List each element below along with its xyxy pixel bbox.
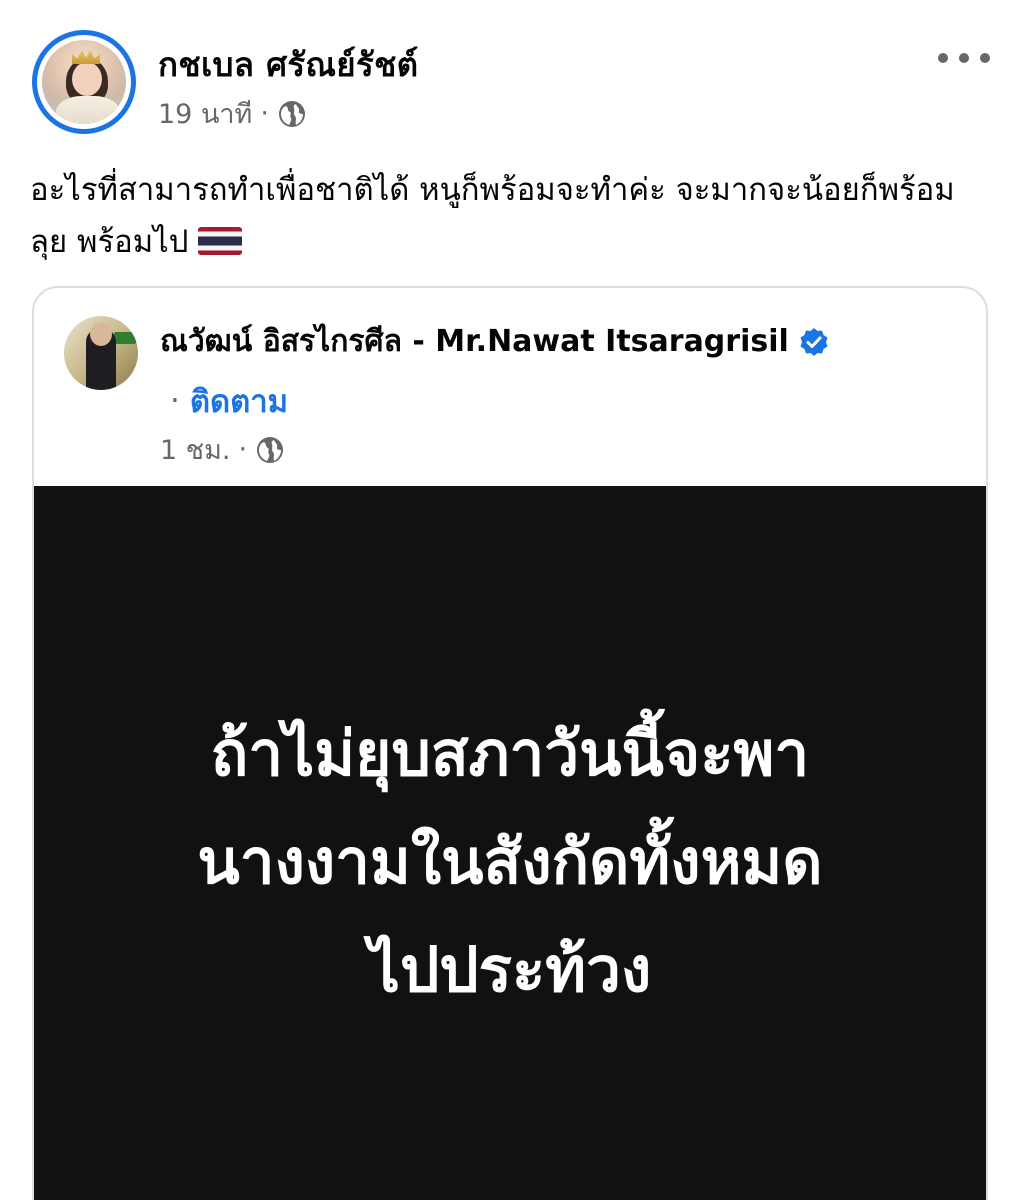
shared-post-card[interactable]: ณวัฒน์ อิสรไกรศีล - Mr.Nawat Itsaragrisi… — [32, 286, 988, 1200]
follow-button[interactable]: ติดตาม — [190, 376, 288, 426]
more-dots-icon[interactable] — [938, 48, 990, 68]
shared-author-avatar[interactable] — [64, 316, 138, 390]
meta-separator: · — [260, 98, 269, 129]
author-avatar[interactable] — [32, 30, 136, 134]
follow-separator: · — [170, 383, 180, 419]
post-text-content: อะไรที่สามารถทำเพื่อชาติได้ หนูก็พร้อมจะ… — [30, 172, 955, 260]
shared-post-time[interactable]: 1 ชม. — [160, 428, 230, 471]
thailand-flag-icon — [198, 226, 243, 255]
shared-meta-separator: · — [238, 434, 248, 465]
post-text: อะไรที่สามารถทำเพื่อชาติได้ หนูก็พร้อมจะ… — [30, 164, 990, 268]
follow-row: · ติดตาม — [170, 376, 288, 426]
image-text: ถ้าไม่ยุบสภาวันนี้จะพา นางงามในสังกัดทั้… — [34, 700, 986, 1024]
shared-post-image[interactable]: ถ้าไม่ยุบสภาวันนี้จะพา นางงามในสังกัดทั้… — [34, 486, 986, 1200]
facebook-post: กชเบล ศรัณย์รัชต์ 19 นาที · อะไรที่สามาร… — [0, 0, 1020, 1200]
image-text-line: ไปประท้วง — [368, 933, 652, 1006]
author-name[interactable]: กชเบล ศรัณย์รัชต์ — [158, 38, 418, 91]
shared-post-meta: 1 ชม. · — [160, 428, 285, 471]
globe-icon[interactable] — [255, 435, 285, 465]
globe-icon[interactable] — [277, 99, 307, 129]
post-meta: 19 นาที · — [158, 92, 307, 135]
verified-badge-icon — [799, 327, 829, 357]
image-text-line: ถ้าไม่ยุบสภาวันนี้จะพา — [210, 717, 810, 790]
image-text-line: นางงามในสังกัดทั้งหมด — [197, 825, 823, 898]
shared-author-name[interactable]: ณวัฒน์ อิสรไกรศีล - Mr.Nawat Itsaragrisi… — [160, 318, 789, 365]
post-time[interactable]: 19 นาที — [158, 92, 252, 135]
avatar-photo — [42, 40, 126, 124]
shared-author-name-row: ณวัฒน์ อิสรไกรศีล - Mr.Nawat Itsaragrisi… — [160, 318, 829, 365]
